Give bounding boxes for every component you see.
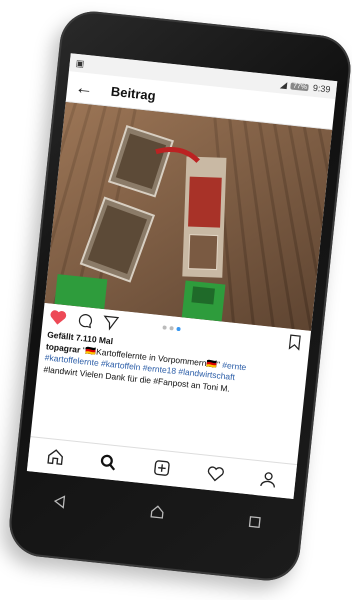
post-photo[interactable] — [44, 101, 333, 331]
page-title: Beitrag — [110, 83, 157, 103]
back-arrow-icon[interactable]: ← — [74, 77, 94, 99]
recents-icon[interactable] — [246, 513, 264, 531]
phone-device: ▣ ◢ 77% 9:39 ← Beitrag Gefällt 7.110 Mal… — [6, 8, 352, 584]
android-nav-bar — [50, 486, 264, 538]
comment-icon[interactable] — [76, 311, 94, 329]
home-icon[interactable] — [45, 447, 65, 467]
screen: ▣ ◢ 77% 9:39 ← Beitrag Gefällt 7.110 Mal… — [26, 53, 338, 499]
carousel-indicator — [162, 325, 181, 332]
carousel-dot-active — [176, 326, 181, 332]
profile-icon[interactable] — [259, 469, 279, 489]
back-icon[interactable] — [51, 493, 69, 511]
bookmark-icon[interactable] — [287, 334, 303, 351]
harvest-photo-image — [44, 101, 333, 331]
hashtag-line-1[interactable]: #ernte — [222, 360, 247, 372]
image-notification-icon: ▣ — [75, 57, 85, 69]
clock: 9:39 — [312, 82, 331, 95]
activity-icon[interactable] — [205, 464, 225, 484]
battery-indicator: 77% — [290, 81, 310, 91]
add-icon[interactable] — [152, 458, 172, 478]
heart-icon[interactable] — [48, 308, 68, 326]
search-icon[interactable] — [99, 453, 119, 473]
home-nav-icon[interactable] — [149, 503, 167, 521]
carousel-dot — [169, 326, 174, 331]
send-icon[interactable] — [102, 314, 120, 332]
carousel-dot — [162, 325, 167, 330]
signal-icon: ◢ — [279, 78, 288, 90]
